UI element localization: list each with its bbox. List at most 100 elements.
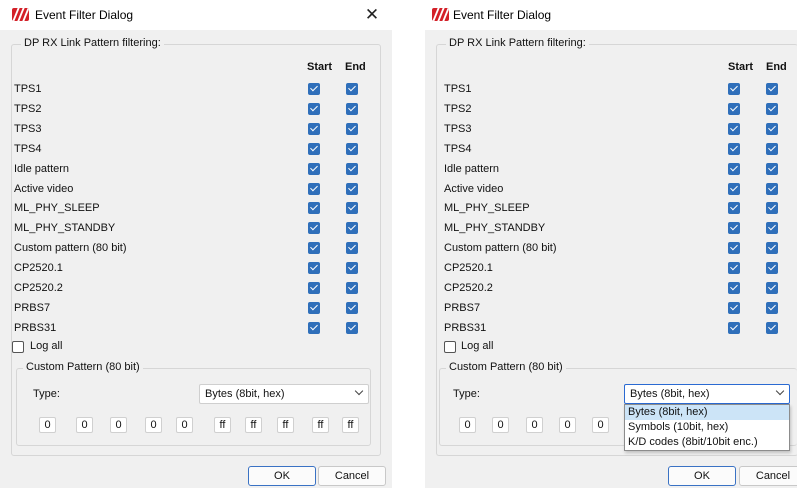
log-all-checkbox[interactable] xyxy=(12,341,24,353)
pattern-row-label: TPS4 xyxy=(444,143,472,155)
start-checkbox[interactable] xyxy=(308,83,320,95)
type-dropdown-list: Bytes (8bit, hex) Symbols (10bit, hex) K… xyxy=(624,404,790,451)
start-checkbox[interactable] xyxy=(308,322,320,334)
type-select-value: Bytes (8bit, hex) xyxy=(205,388,285,400)
start-checkbox[interactable] xyxy=(308,282,320,294)
hex-byte-field[interactable]: 0 xyxy=(110,417,127,433)
start-checkbox[interactable] xyxy=(308,242,320,254)
hex-byte-field[interactable]: 0 xyxy=(39,417,56,433)
end-checkbox[interactable] xyxy=(346,282,358,294)
end-checkbox[interactable] xyxy=(766,242,778,254)
start-checkbox[interactable] xyxy=(728,183,740,195)
end-checkbox[interactable] xyxy=(766,262,778,274)
hex-byte-field[interactable]: 0 xyxy=(459,417,476,433)
custom-pattern-group: Custom Pattern (80 bit) xyxy=(16,361,371,446)
type-label: Type: xyxy=(453,388,480,400)
start-checkbox[interactable] xyxy=(728,83,740,95)
start-checkbox[interactable] xyxy=(308,222,320,234)
start-checkbox[interactable] xyxy=(308,202,320,214)
end-checkbox[interactable] xyxy=(346,202,358,214)
start-checkbox[interactable] xyxy=(728,163,740,175)
end-checkbox[interactable] xyxy=(346,242,358,254)
pattern-row-label: CP2520.1 xyxy=(14,262,63,274)
cancel-button[interactable]: Cancel xyxy=(739,466,797,486)
hex-byte-field[interactable]: 0 xyxy=(526,417,543,433)
end-checkbox[interactable] xyxy=(766,123,778,135)
pattern-row-label: ML_PHY_STANDBY xyxy=(444,222,546,234)
ok-button[interactable]: OK xyxy=(248,466,316,486)
end-checkbox[interactable] xyxy=(766,103,778,115)
start-checkbox[interactable] xyxy=(308,163,320,175)
end-checkbox[interactable] xyxy=(766,202,778,214)
end-checkbox[interactable] xyxy=(346,183,358,195)
start-checkbox[interactable] xyxy=(308,123,320,135)
hex-byte-field[interactable]: 0 xyxy=(145,417,162,433)
start-checkbox[interactable] xyxy=(308,143,320,155)
end-checkbox[interactable] xyxy=(766,222,778,234)
pattern-row-label: TPS3 xyxy=(14,123,42,135)
hex-byte-field[interactable]: 0 xyxy=(176,417,193,433)
start-checkbox[interactable] xyxy=(728,123,740,135)
start-checkbox[interactable] xyxy=(728,103,740,115)
end-checkbox[interactable] xyxy=(766,83,778,95)
dropdown-option[interactable]: K/D codes (8bit/10bit enc.) xyxy=(625,435,789,450)
pattern-row-label: TPS1 xyxy=(444,83,472,95)
title-bar[interactable]: Event Filter Dialog ✕ xyxy=(0,0,392,30)
group-title: DP RX Link Pattern filtering: xyxy=(446,37,589,49)
hex-byte-field[interactable]: ff xyxy=(245,417,262,433)
end-checkbox[interactable] xyxy=(346,163,358,175)
end-checkbox[interactable] xyxy=(766,163,778,175)
pattern-row-label: TPS4 xyxy=(14,143,42,155)
type-label: Type: xyxy=(33,388,60,400)
column-header-start: Start xyxy=(307,61,333,73)
start-checkbox[interactable] xyxy=(728,262,740,274)
start-checkbox[interactable] xyxy=(728,222,740,234)
title-bar[interactable]: Event Filter Dialog xyxy=(425,0,797,30)
start-checkbox[interactable] xyxy=(728,322,740,334)
end-checkbox[interactable] xyxy=(766,282,778,294)
start-checkbox[interactable] xyxy=(728,242,740,254)
dialog-title: Event Filter Dialog xyxy=(35,8,134,22)
start-checkbox[interactable] xyxy=(728,202,740,214)
end-checkbox[interactable] xyxy=(346,83,358,95)
dropdown-option[interactable]: Bytes (8bit, hex) xyxy=(625,405,789,420)
start-checkbox[interactable] xyxy=(728,143,740,155)
ok-button[interactable]: OK xyxy=(668,466,736,486)
end-checkbox[interactable] xyxy=(346,322,358,334)
start-checkbox[interactable] xyxy=(728,302,740,314)
pattern-row-label: TPS2 xyxy=(14,103,42,115)
log-all-checkbox[interactable] xyxy=(444,341,456,353)
start-checkbox[interactable] xyxy=(728,282,740,294)
hex-byte-field[interactable]: 0 xyxy=(76,417,93,433)
cancel-button[interactable]: Cancel xyxy=(318,466,386,486)
start-checkbox[interactable] xyxy=(308,103,320,115)
pattern-row-label: TPS1 xyxy=(14,83,42,95)
end-checkbox[interactable] xyxy=(346,123,358,135)
start-checkbox[interactable] xyxy=(308,183,320,195)
dropdown-option[interactable]: Symbols (10bit, hex) xyxy=(625,420,789,435)
end-checkbox[interactable] xyxy=(346,143,358,155)
type-select-value: Bytes (8bit, hex) xyxy=(630,388,710,400)
end-checkbox[interactable] xyxy=(346,222,358,234)
start-checkbox[interactable] xyxy=(308,302,320,314)
type-select[interactable]: Bytes (8bit, hex) xyxy=(624,384,790,404)
pattern-row-label: Active video xyxy=(14,183,74,195)
end-checkbox[interactable] xyxy=(766,143,778,155)
end-checkbox[interactable] xyxy=(346,103,358,115)
end-checkbox[interactable] xyxy=(766,302,778,314)
end-checkbox[interactable] xyxy=(346,262,358,274)
type-select[interactable]: Bytes (8bit, hex) xyxy=(199,384,369,404)
hex-byte-field[interactable]: ff xyxy=(277,417,294,433)
hex-byte-field[interactable]: ff xyxy=(342,417,359,433)
pattern-row-label: ML_PHY_STANDBY xyxy=(14,222,116,234)
hex-byte-field[interactable]: ff xyxy=(312,417,329,433)
hex-byte-field[interactable]: 0 xyxy=(559,417,576,433)
hex-byte-field[interactable]: 0 xyxy=(592,417,609,433)
end-checkbox[interactable] xyxy=(766,183,778,195)
start-checkbox[interactable] xyxy=(308,262,320,274)
close-icon[interactable]: ✕ xyxy=(352,0,392,30)
end-checkbox[interactable] xyxy=(766,322,778,334)
hex-byte-field[interactable]: 0 xyxy=(492,417,509,433)
end-checkbox[interactable] xyxy=(346,302,358,314)
hex-byte-field[interactable]: ff xyxy=(214,417,231,433)
